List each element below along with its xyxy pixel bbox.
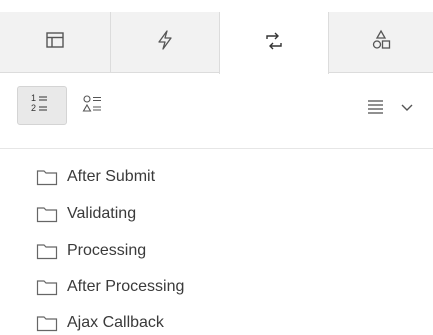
table-icon xyxy=(44,29,66,56)
shapes-icon xyxy=(370,29,392,56)
tab-shared-components[interactable] xyxy=(329,12,433,73)
svg-text:2: 2 xyxy=(31,103,36,113)
tree-item-label: Processing xyxy=(67,242,147,259)
tab-events[interactable] xyxy=(111,12,219,73)
tab-processes[interactable] xyxy=(219,12,329,74)
folder-icon xyxy=(36,315,58,331)
tree-item[interactable]: Processing xyxy=(36,239,146,263)
shapes-list-icon xyxy=(82,93,108,120)
swap-arrows-icon xyxy=(263,30,285,57)
folder-icon xyxy=(36,279,58,295)
type-view-button[interactable] xyxy=(80,94,110,118)
folder-icon xyxy=(36,243,58,259)
chevron-down-icon xyxy=(400,99,414,117)
view-menu-button[interactable] xyxy=(366,96,414,120)
tab-table[interactable] xyxy=(0,12,111,73)
tree-item-label: After Submit xyxy=(67,168,156,185)
lightning-icon xyxy=(154,29,176,56)
folder-icon xyxy=(36,206,58,222)
tab-bar xyxy=(0,12,433,74)
tree-item[interactable]: After Submit xyxy=(36,165,155,189)
order-view-button[interactable]: 12 xyxy=(17,86,67,125)
tree-item[interactable]: Ajax Callback xyxy=(36,311,164,335)
tree-item[interactable]: Validating xyxy=(36,202,136,226)
folder-icon xyxy=(36,169,58,185)
hamburger-icon xyxy=(366,98,386,119)
numbered-list-icon: 12 xyxy=(29,92,55,119)
toolbar: 12 xyxy=(0,74,433,149)
tree-item-label: Validating xyxy=(67,205,137,222)
tree-item-label: Ajax Callback xyxy=(67,314,164,331)
svg-text:1: 1 xyxy=(31,93,36,103)
tree-item[interactable]: After Processing xyxy=(36,275,184,299)
tree-item-label: After Processing xyxy=(67,278,185,295)
